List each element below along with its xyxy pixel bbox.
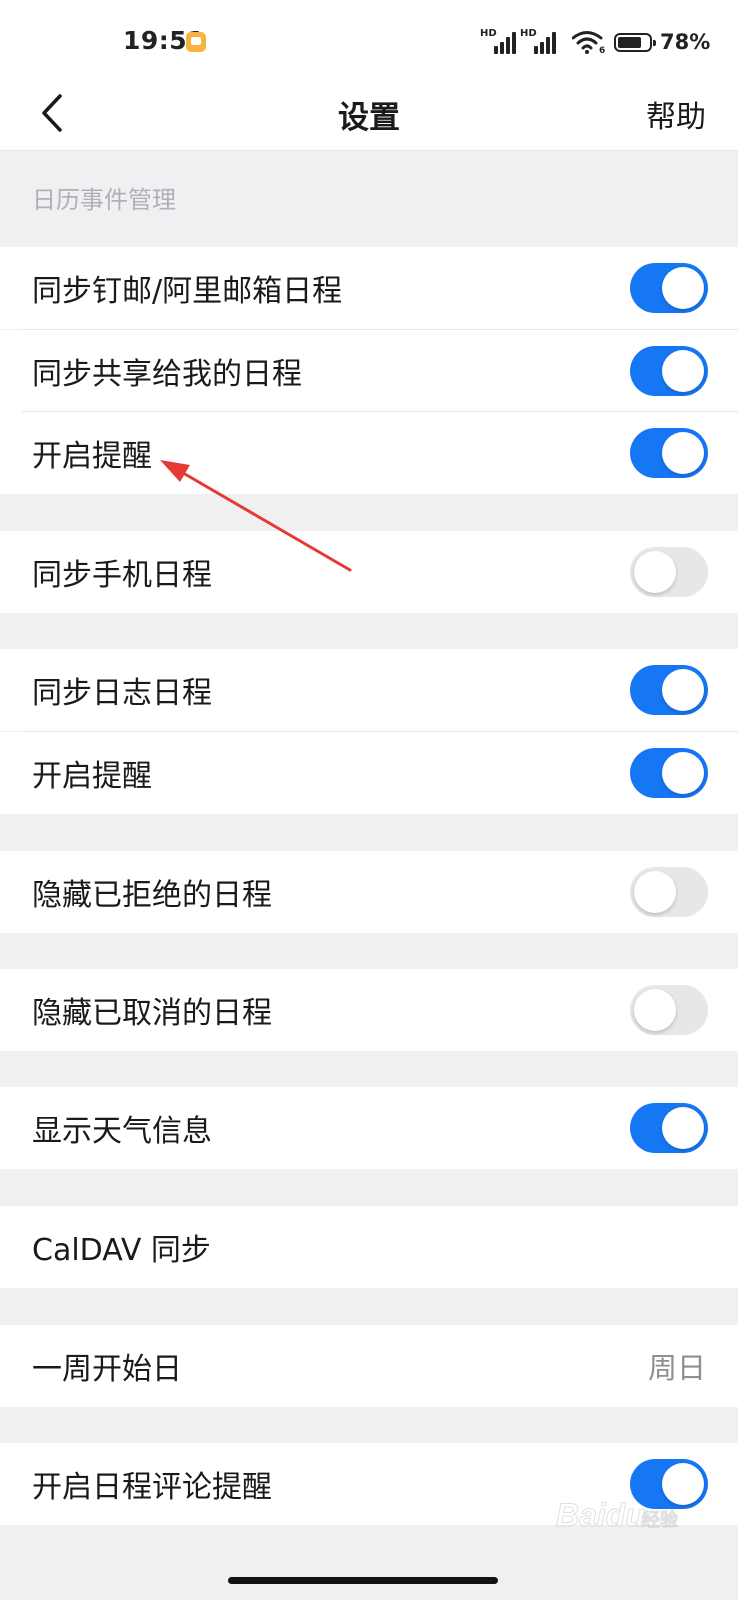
- toggle-switch[interactable]: [630, 428, 708, 478]
- hd-label-2: HD: [520, 28, 537, 39]
- toggle-switch[interactable]: [630, 985, 708, 1035]
- setting-label: 同步手机日程: [32, 558, 212, 593]
- setting-label: 开启日程评论提醒: [32, 1470, 272, 1505]
- setting-label: 隐藏已取消的日程: [32, 996, 272, 1031]
- setting-row-sync-phone[interactable]: 同步手机日程: [0, 531, 738, 613]
- status-bar: 19:51 HD HD 6 78%: [0, 0, 738, 80]
- setting-label: 显示天气信息: [32, 1114, 212, 1149]
- help-button[interactable]: 帮助: [646, 92, 706, 136]
- toggle-switch[interactable]: [630, 263, 708, 313]
- setting-label: 同步钉邮/阿里邮箱日程: [32, 274, 343, 309]
- setting-row-enable-reminder[interactable]: 开启提醒: [0, 412, 738, 494]
- setting-label: 隐藏已拒绝的日程: [32, 878, 272, 913]
- toggle-knob: [662, 432, 704, 474]
- battery-icon: [614, 33, 656, 52]
- toggle-switch[interactable]: [630, 665, 708, 715]
- toggle-switch[interactable]: [630, 867, 708, 917]
- toggle-knob: [662, 350, 704, 392]
- watermark-text: Baidu: [556, 1497, 645, 1533]
- toggle-switch[interactable]: [630, 547, 708, 597]
- cellular-signal-icon-2: HD: [520, 28, 556, 54]
- wifi-icon: 6: [572, 31, 605, 54]
- setting-label: 同步日志日程: [32, 676, 212, 711]
- section-header: 日历事件管理: [32, 186, 176, 214]
- setting-label: 开启提醒: [32, 439, 152, 474]
- setting-row-weather[interactable]: 显示天气信息: [0, 1087, 738, 1169]
- hd-label: HD: [480, 28, 497, 39]
- cellular-signal-icon: HD: [480, 28, 516, 54]
- setting-row-sync-dingmail[interactable]: 同步钉邮/阿里邮箱日程: [0, 247, 738, 329]
- toggle-knob: [662, 752, 704, 794]
- page-title: 设置: [338, 100, 400, 136]
- nav-bar: 设置 帮助: [0, 80, 738, 151]
- wifi-label: 6: [599, 46, 605, 54]
- setting-row-hide-cancelled[interactable]: 隐藏已取消的日程: [0, 969, 738, 1051]
- setting-row-caldav[interactable]: CalDAV 同步: [0, 1206, 738, 1288]
- setting-value: 周日: [647, 1351, 706, 1385]
- toggle-knob: [634, 871, 676, 913]
- toggle-knob: [634, 551, 676, 593]
- setting-row-hide-rejected[interactable]: 隐藏已拒绝的日程: [0, 851, 738, 933]
- battery-percentage: 78%: [660, 30, 711, 54]
- setting-label: 同步共享给我的日程: [32, 357, 302, 392]
- notification-icon: [186, 32, 206, 52]
- baidu-watermark-logo: Baidu 经验: [556, 1497, 679, 1534]
- toggle-switch[interactable]: [630, 346, 708, 396]
- watermark-subtext: 经验: [642, 1509, 679, 1531]
- toggle-switch[interactable]: [630, 1103, 708, 1153]
- toggle-knob: [634, 989, 676, 1031]
- toggle-knob: [662, 267, 704, 309]
- setting-row-sync-log[interactable]: 同步日志日程: [0, 649, 738, 731]
- setting-row-week-start[interactable]: 一周开始日 周日: [0, 1325, 738, 1407]
- toggle-knob: [662, 1107, 704, 1149]
- setting-label: CalDAV 同步: [32, 1233, 211, 1268]
- setting-label: 一周开始日: [32, 1352, 182, 1387]
- setting-label: 开启提醒: [32, 759, 152, 794]
- setting-row-log-reminder[interactable]: 开启提醒: [0, 732, 738, 814]
- battery-fill: [618, 37, 642, 48]
- toggle-knob: [662, 669, 704, 711]
- toggle-switch[interactable]: [630, 748, 708, 798]
- home-indicator[interactable]: [228, 1577, 498, 1584]
- setting-row-sync-shared[interactable]: 同步共享给我的日程: [0, 330, 738, 412]
